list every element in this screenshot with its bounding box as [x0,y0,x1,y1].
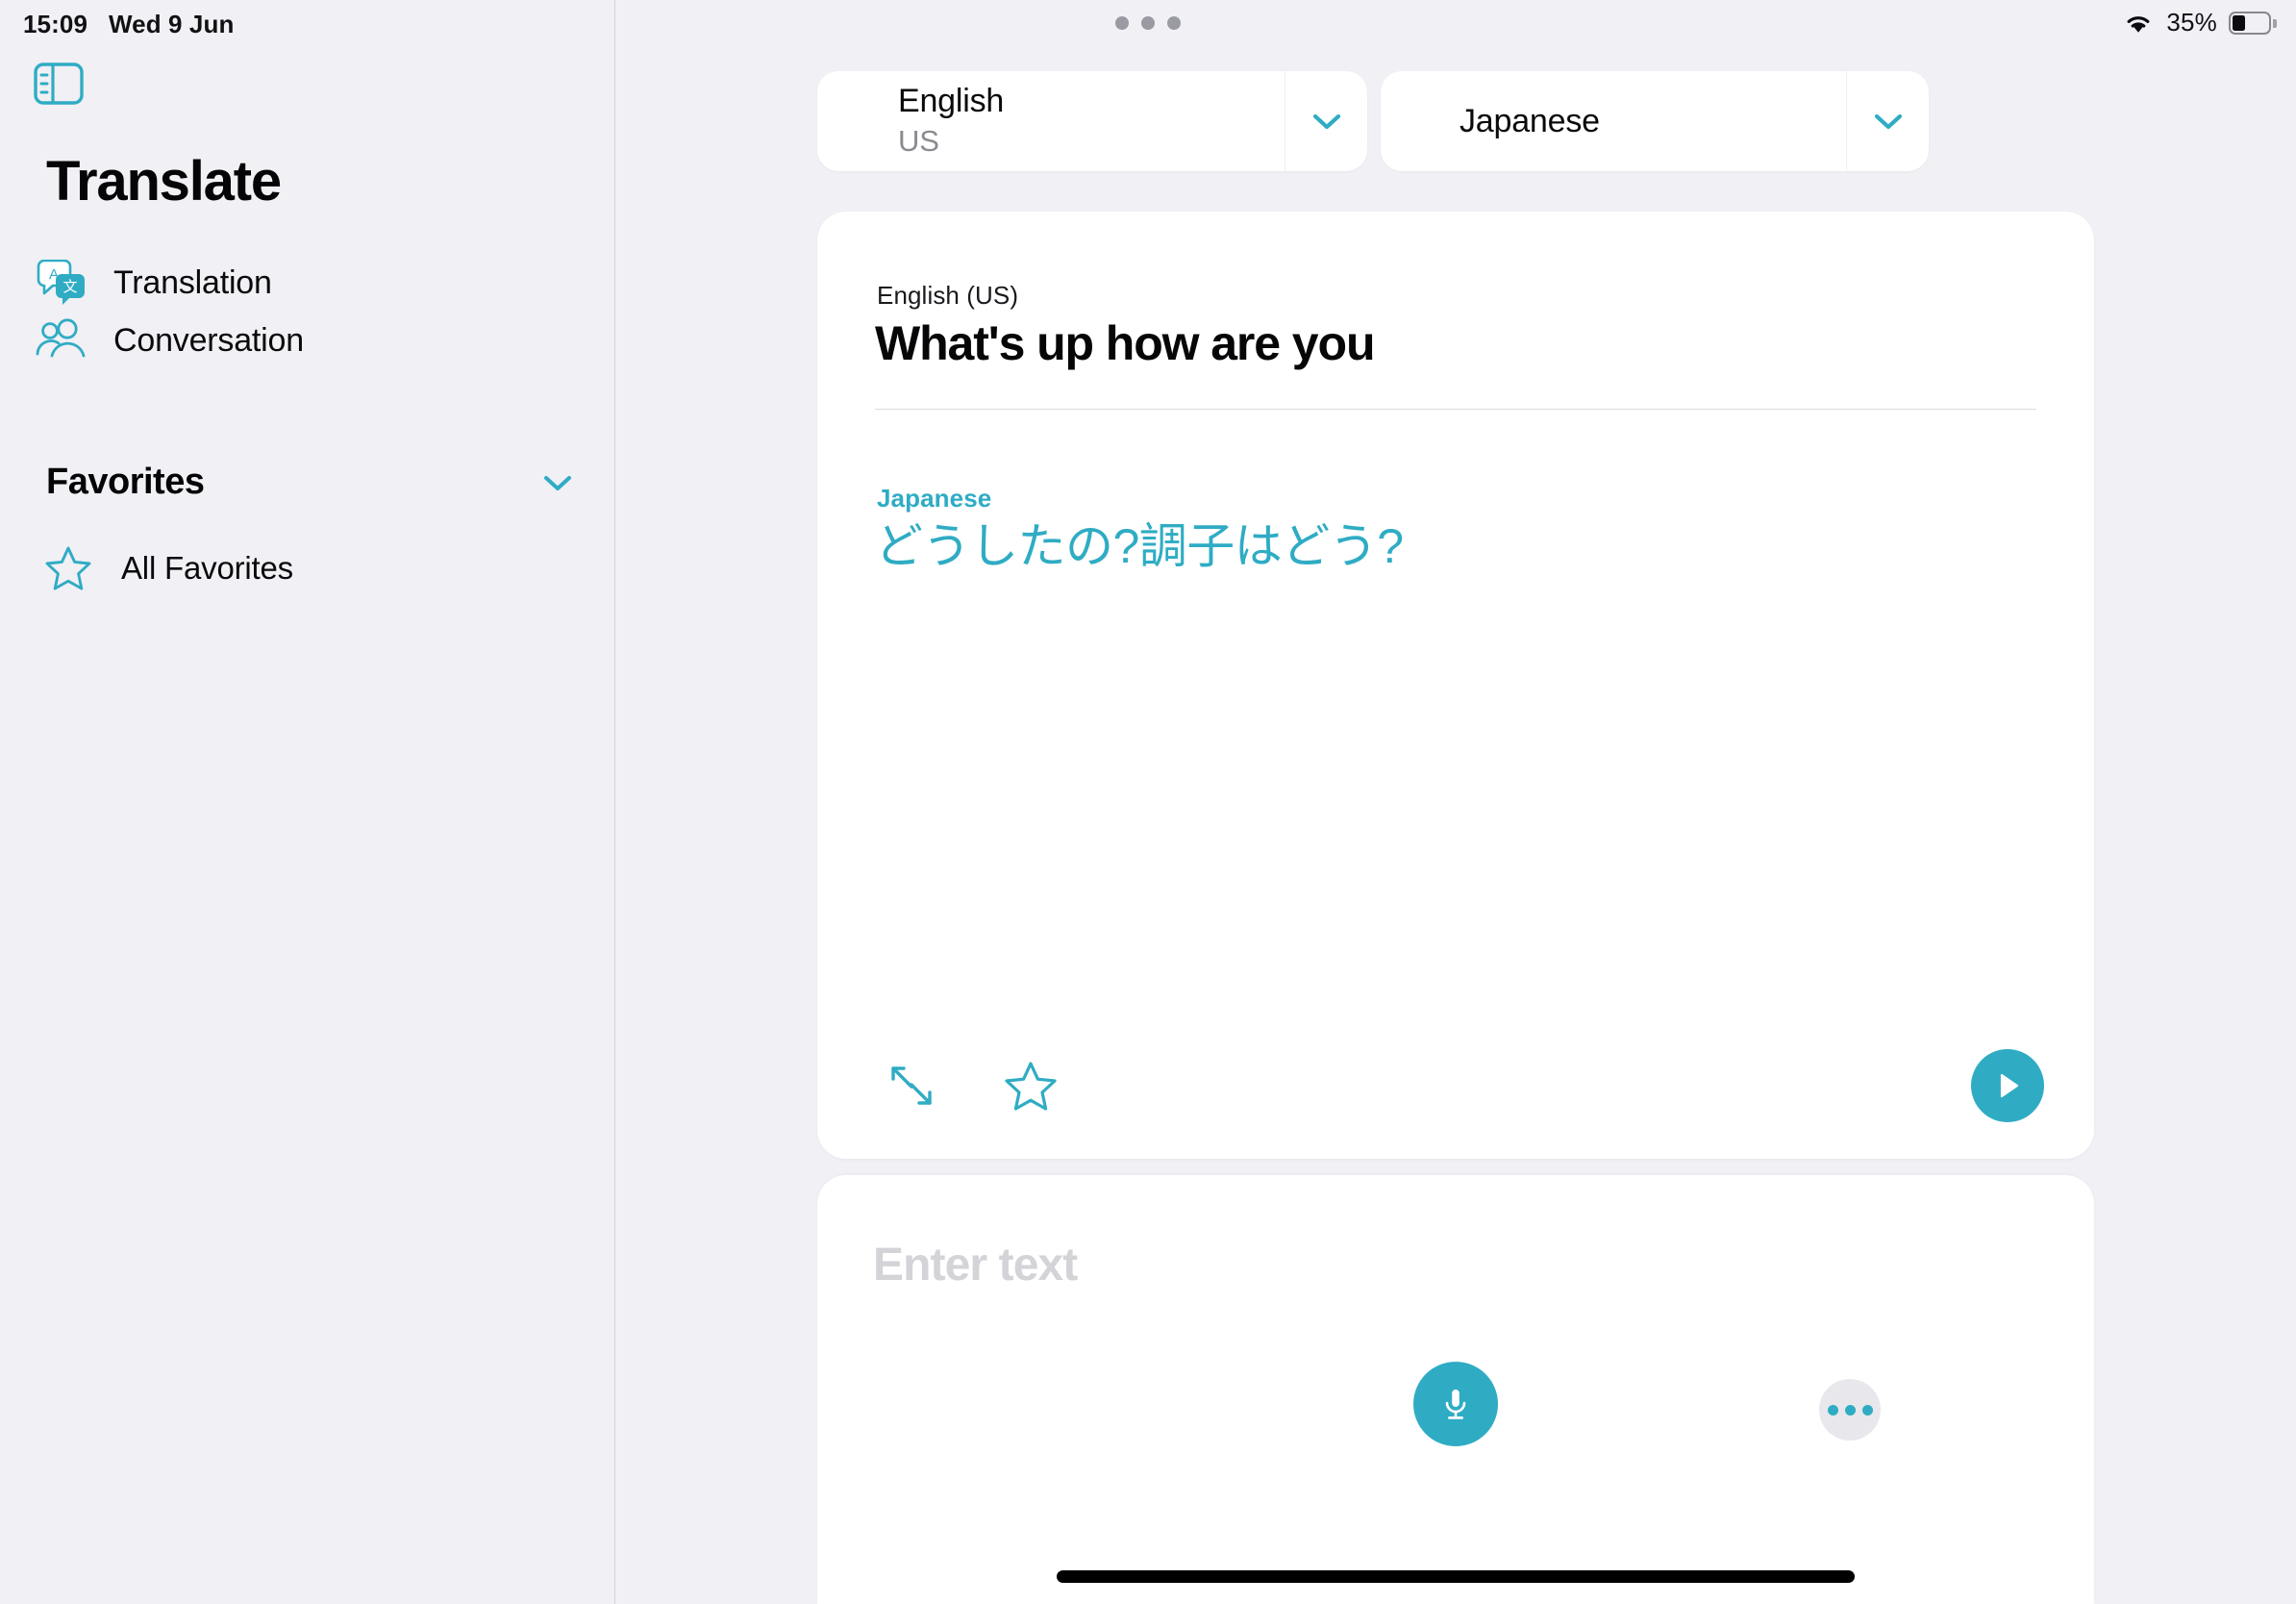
card-action-row [875,1049,1067,1122]
sidebar-item-label: Conversation [113,321,304,359]
drag-dot [1141,16,1155,30]
sidebar-item-label: All Favorites [121,550,293,586]
chevron-down-icon [1874,113,1902,130]
status-bar-right: 35% [2122,8,2277,38]
source-language-region: US [898,124,939,159]
sidebar-toggle-icon[interactable] [32,60,86,108]
language-selector-bar: English US Japanese [817,71,1929,171]
source-language-chevron-button[interactable] [1285,71,1367,171]
play-audio-button[interactable] [1971,1049,2044,1122]
target-language-selector[interactable]: Japanese [1381,71,1929,171]
expand-icon [891,1066,932,1105]
battery-cap [2273,18,2277,28]
sidebar-item-translation[interactable]: A 文 Translation [35,255,272,311]
expand-button[interactable] [875,1049,948,1122]
main-content: English US Japanese English (US) What's … [615,0,2296,1604]
battery-fill [2233,14,2245,31]
translation-bubbles-icon: A 文 [35,260,87,306]
chevron-down-icon[interactable] [538,470,577,495]
svg-text:文: 文 [62,278,77,295]
microphone-button[interactable] [1413,1362,1498,1446]
wifi-icon [2127,15,2150,33]
favorites-section-header[interactable]: Favorites [46,462,577,503]
ellipsis-dot [1844,1404,1856,1416]
card-divider [875,409,2036,410]
chevron-down-icon [1312,113,1340,130]
play-icon [2000,1073,2019,1098]
target-language-text[interactable]: Japanese [1381,71,1846,171]
window-drag-handle-dots-icon[interactable] [1115,16,1181,30]
home-indicator [1057,1570,1855,1583]
battery-icon [2229,11,2277,35]
target-language-label: Japanese [877,484,992,513]
sidebar-item-label: Translation [113,263,272,301]
source-text[interactable]: What's up how are you [875,315,2038,372]
drag-dot [1115,16,1129,30]
sidebar-item-all-favorites[interactable]: All Favorites [42,543,293,593]
two-people-icon [35,317,87,363]
source-language-name: English [898,83,1005,120]
text-input-field[interactable]: Enter text [873,1239,1078,1291]
more-options-button[interactable] [1819,1379,1881,1441]
favorite-button[interactable] [994,1049,1067,1122]
ellipsis-dot [1861,1404,1873,1416]
translation-result-card: English (US) What's up how are you Japan… [817,212,2094,1159]
status-date: Wed 9 Jun [109,10,235,38]
microphone-icon [1445,1390,1466,1419]
source-language-label: English (US) [877,281,1019,310]
source-language-selector[interactable]: English US [817,71,1367,171]
status-bar-left: 15:09 Wed 9 Jun [23,10,234,39]
translated-text[interactable]: どうしたの?調子はどう? [875,517,2038,575]
battery-percentage: 35% [2166,8,2217,37]
target-language-name: Japanese [1460,102,1600,139]
star-outline-icon [45,546,91,590]
drag-dot [1167,16,1181,30]
star-outline-icon [1005,1062,1057,1111]
sidebar: Translate A 文 Translation Conversation F… [0,0,615,1604]
status-bar: 15:09 Wed 9 Jun 35% [0,0,2296,46]
favorites-title: Favorites [46,462,205,502]
text-input-card: Enter text [817,1175,2094,1604]
target-language-chevron-button[interactable] [1846,71,1929,171]
status-time: 15:09 [23,10,87,38]
sidebar-item-conversation[interactable]: Conversation [35,313,304,368]
ipad-translate-app-screen: 15:09 Wed 9 Jun 35% Translate A 文 Transl… [0,0,2296,1604]
ellipsis-dot [1827,1404,1838,1416]
page-title: Translate [46,150,282,213]
source-language-text[interactable]: English US [817,71,1285,171]
